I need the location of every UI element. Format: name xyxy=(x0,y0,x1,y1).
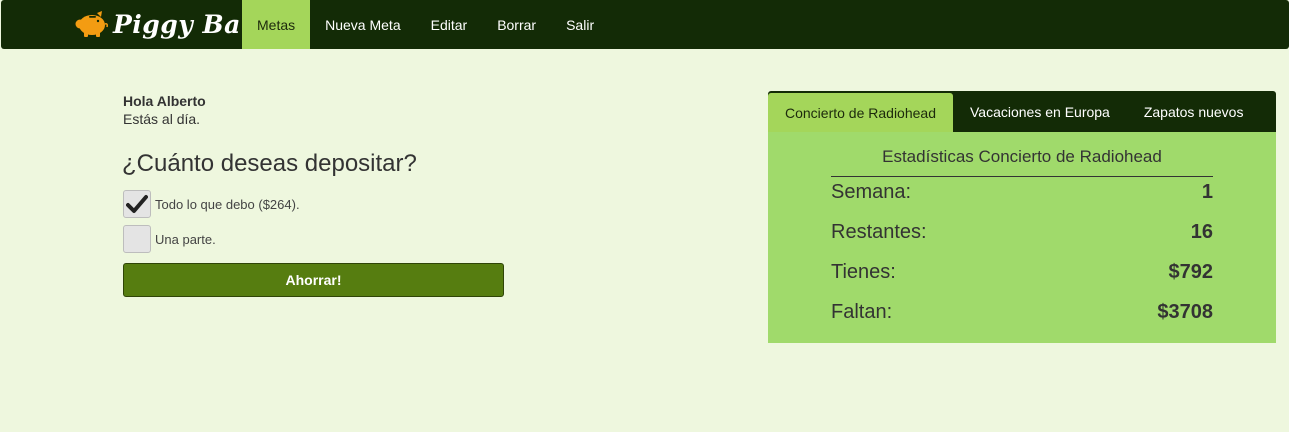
stat-row-restantes: Restantes: 16 xyxy=(831,221,1213,244)
goal-tabs: Concierto de Radiohead Vacaciones en Eur… xyxy=(768,91,1276,132)
stats-panel: Estadísticas Concierto de Radiohead Sema… xyxy=(768,132,1276,343)
deposit-question: ¿Cuánto deseas depositar? xyxy=(122,150,417,177)
piggy-bank-icon xyxy=(75,11,108,37)
stat-row-faltan: Faltan: $3708 xyxy=(831,301,1213,324)
option-partial-label: Una parte. xyxy=(155,231,216,247)
save-button[interactable]: Ahorrar! xyxy=(123,263,504,297)
nav-item-nueva-meta[interactable]: Nueva Meta xyxy=(310,0,415,49)
option-partial[interactable]: Una parte. xyxy=(123,225,216,253)
checkmark-icon xyxy=(126,195,148,213)
stat-label: Semana: xyxy=(831,181,912,203)
tab-concierto-radiohead[interactable]: Concierto de Radiohead xyxy=(768,93,953,132)
stat-label: Faltan: xyxy=(831,301,893,323)
stat-value: $3708 xyxy=(1157,301,1213,323)
stat-value: 1 xyxy=(1201,181,1213,203)
window-edge-right xyxy=(1289,0,1293,435)
stat-label: Restantes: xyxy=(831,221,927,243)
stat-value: 16 xyxy=(1190,221,1213,243)
tab-zapatos-nuevos[interactable]: Zapatos nuevos xyxy=(1127,91,1261,132)
nav-menu: Metas Nueva Meta Editar Borrar Salir xyxy=(242,0,609,49)
nav-item-borrar[interactable]: Borrar xyxy=(482,0,551,49)
stat-row-semana: Semana: 1 xyxy=(831,181,1213,204)
top-navbar: Piggy Bank Metas Nueva Meta Editar Borra… xyxy=(1,0,1289,49)
nav-item-metas[interactable]: Metas xyxy=(242,0,311,49)
checkbox-partial[interactable] xyxy=(123,225,151,253)
stat-label: Tienes: xyxy=(831,261,896,283)
stat-value: $792 xyxy=(1168,261,1214,283)
option-all-owed-label: Todo lo que debo ($264). xyxy=(155,196,300,212)
option-all-owed[interactable]: Todo lo que debo ($264). xyxy=(123,190,300,218)
nav-item-salir[interactable]: Salir xyxy=(551,0,609,49)
tab-vacaciones-europa[interactable]: Vacaciones en Europa xyxy=(953,91,1127,132)
nav-item-editar[interactable]: Editar xyxy=(416,0,483,49)
greeting-status: Estás al día. xyxy=(123,111,201,127)
greeting: Hola Alberto Estás al día. xyxy=(123,93,206,129)
checkbox-all-owed[interactable] xyxy=(123,190,151,218)
stat-row-tienes: Tienes: $792 xyxy=(831,261,1213,284)
stats-title: Estadísticas Concierto de Radiohead xyxy=(831,147,1213,177)
greeting-name: Hola Alberto xyxy=(123,93,206,109)
